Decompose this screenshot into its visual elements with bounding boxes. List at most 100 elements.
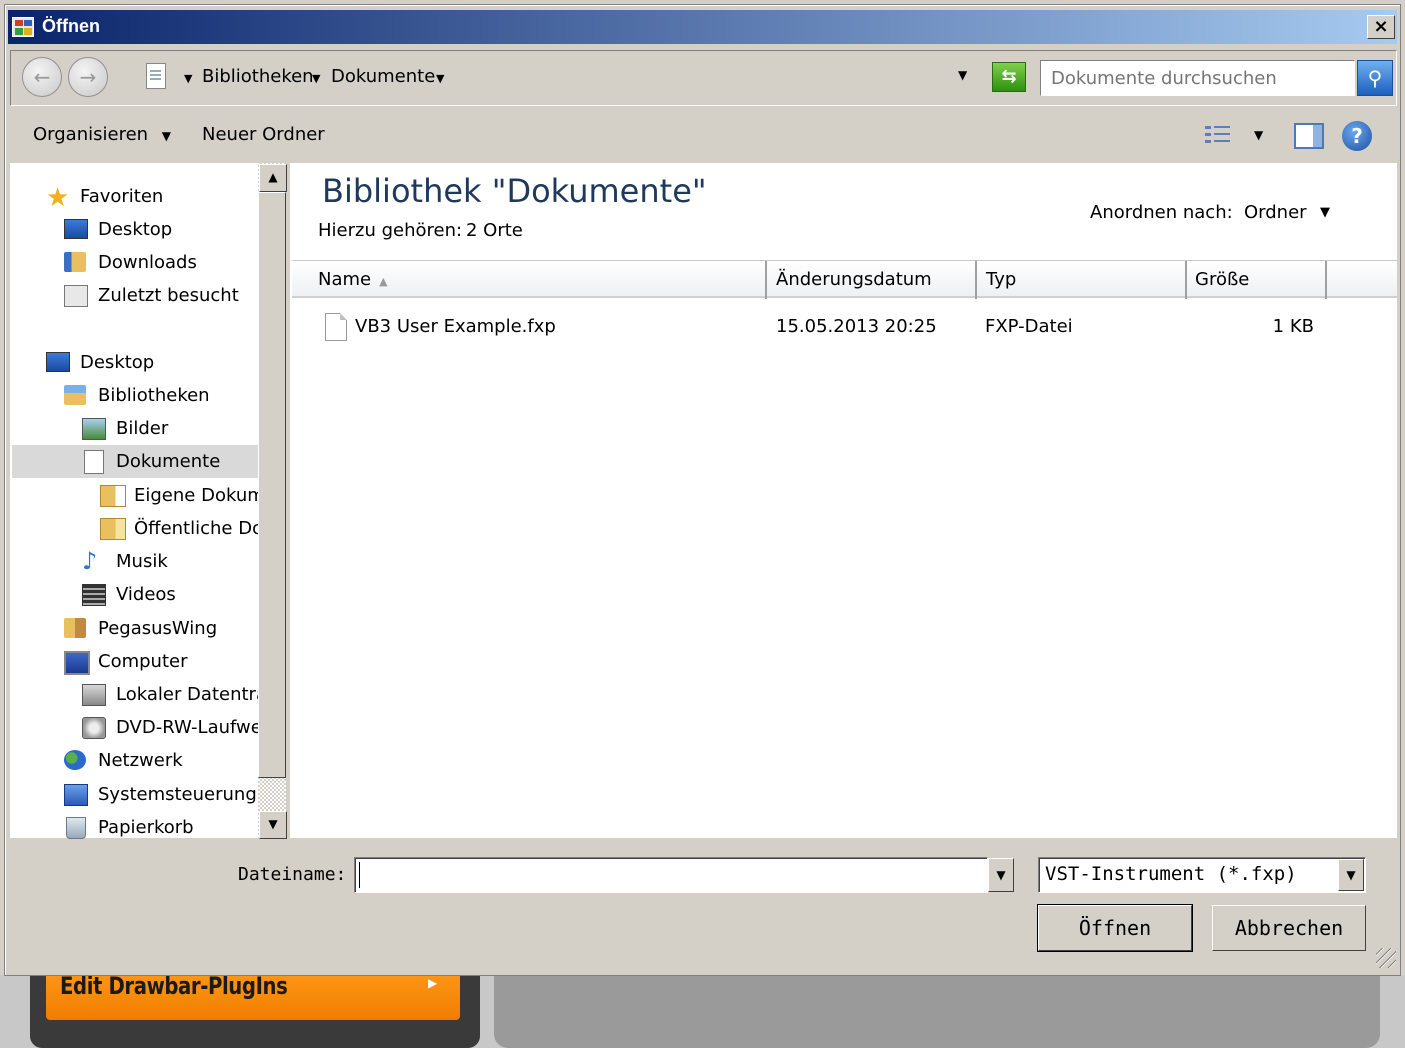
forward-button[interactable]: → xyxy=(68,57,108,97)
organize-label: Organisieren xyxy=(33,124,149,145)
library-locations-link[interactable]: 2 Orte xyxy=(466,220,523,241)
nav-label: Videos xyxy=(116,584,176,605)
scroll-down-button[interactable]: ▼ xyxy=(259,811,287,839)
arrange-by-dropdown-icon[interactable]: ▼ xyxy=(1320,205,1330,220)
play-arrow-icon: ▶ xyxy=(428,976,438,990)
search-button[interactable]: ⚲ xyxy=(1357,60,1393,96)
nav-label: PegasusWing xyxy=(98,618,218,639)
nav-label: Zuletzt besucht xyxy=(98,285,239,306)
close-button[interactable]: × xyxy=(1367,15,1395,39)
text-caret xyxy=(359,862,360,888)
music-icon: ♪ xyxy=(82,547,98,575)
star-icon: ★ xyxy=(46,183,70,213)
column-header-date[interactable]: Änderungsdatum xyxy=(768,261,974,299)
nav-label: DVD-RW-Laufwe xyxy=(116,717,262,738)
search-input[interactable] xyxy=(1040,60,1355,96)
refresh-button[interactable]: ⇆ xyxy=(992,62,1026,92)
file-type-dropdown-button[interactable]: ▼ xyxy=(1338,859,1364,891)
nav-label: Papierkorb xyxy=(98,817,194,838)
filename-dropdown-button[interactable]: ▼ xyxy=(988,858,1014,892)
window-title: Öffnen xyxy=(42,16,100,36)
nav-label: Downloads xyxy=(98,252,197,273)
column-header-name[interactable]: Name ▲ xyxy=(310,261,765,299)
computer-icon xyxy=(64,651,90,675)
network-icon xyxy=(64,750,86,770)
recent-places-icon xyxy=(64,285,88,307)
chevron-down-icon: ▼ xyxy=(161,129,172,143)
breadcrumb-chevron[interactable]: ▼ xyxy=(436,66,444,87)
nav-scrollbar-thumb[interactable] xyxy=(258,192,286,778)
chevron-down-icon: ▼ xyxy=(996,868,1006,882)
library-includes-label: Hierzu gehören: xyxy=(318,220,463,241)
breadcrumb-dokumente[interactable]: Dokumente xyxy=(331,66,435,87)
preview-pane-icon[interactable] xyxy=(1294,123,1324,149)
desktop-icon xyxy=(64,219,88,239)
user-folder-icon xyxy=(64,618,86,638)
file-modified: 15.05.2013 20:25 xyxy=(776,316,937,337)
recycle-bin-icon xyxy=(66,817,86,839)
column-header: Name ▲ Änderungsdatum Typ Größe xyxy=(292,260,1397,299)
documents-icon xyxy=(84,450,104,474)
nav-label: Favoriten xyxy=(80,186,164,207)
title-bar[interactable] xyxy=(8,10,1397,44)
library-title: Bibliothek "Dokumente" xyxy=(322,172,707,210)
folder-icon xyxy=(100,518,126,540)
column-separator[interactable] xyxy=(765,261,767,299)
file-type: FXP-Datei xyxy=(985,316,1073,337)
downloads-folder-icon xyxy=(64,252,86,272)
videos-icon xyxy=(82,584,106,606)
arrange-by-value[interactable]: Ordner xyxy=(1244,202,1307,223)
file-icon xyxy=(325,313,347,341)
scroll-up-arrow-icon: ▲ xyxy=(268,170,278,184)
breadcrumb-root-chevron[interactable]: ▼ xyxy=(184,66,192,87)
nav-label: Desktop xyxy=(80,352,155,373)
scroll-down-arrow-icon: ▼ xyxy=(268,817,278,831)
view-options-dropdown[interactable]: ▼ xyxy=(1254,128,1263,142)
nav-label: Lokaler Datenträ xyxy=(116,684,267,705)
libraries-icon xyxy=(64,385,86,405)
column-name-label: Name xyxy=(318,269,372,290)
nav-label: Musik xyxy=(116,551,168,572)
organize-menu[interactable]: Organisieren ▼ xyxy=(33,124,171,145)
breadcrumb-bibliotheken[interactable]: Bibliotheken xyxy=(202,66,314,87)
back-button[interactable]: ← xyxy=(22,57,62,97)
scroll-up-button[interactable]: ▲ xyxy=(259,164,287,192)
dvd-drive-icon xyxy=(82,717,106,739)
refresh-icon: ⇆ xyxy=(1001,66,1017,87)
back-arrow-icon: ← xyxy=(33,65,51,89)
column-separator[interactable] xyxy=(1325,261,1327,299)
control-panel-icon xyxy=(64,784,88,806)
breadcrumb-chevron[interactable]: ▼ xyxy=(312,66,320,87)
new-folder-button[interactable]: Neuer Ordner xyxy=(202,124,325,145)
sort-ascending-icon: ▲ xyxy=(379,275,388,288)
nav-label: Desktop xyxy=(98,219,173,240)
filename-label: Dateiname: xyxy=(238,864,347,885)
open-button[interactable]: Öffnen xyxy=(1037,904,1193,952)
forward-arrow-icon: → xyxy=(79,65,97,89)
nav-label: Bibliotheken xyxy=(98,385,210,406)
nav-label: Netzwerk xyxy=(98,750,183,771)
search-icon: ⚲ xyxy=(1367,66,1383,90)
help-icon[interactable]: ? xyxy=(1342,121,1372,151)
nav-label: Dokumente xyxy=(116,451,221,472)
view-options-icon[interactable] xyxy=(1205,124,1231,146)
file-size: 1 KB xyxy=(1272,316,1314,337)
file-type-filter-select[interactable]: VST-Instrument (*.fxp) xyxy=(1038,857,1366,893)
arrange-by-label: Anordnen nach: xyxy=(1090,202,1233,223)
documents-library-icon xyxy=(146,63,166,89)
column-header-size[interactable]: Größe xyxy=(1187,261,1325,299)
file-name[interactable]: VB3 User Example.fxp xyxy=(355,316,556,337)
edit-drawbar-plugins-label: Edit Drawbar-PlugIns xyxy=(60,972,288,1000)
chevron-down-icon: ▼ xyxy=(1346,868,1356,882)
nav-label: Eigene Dokume xyxy=(134,485,276,506)
column-separator[interactable] xyxy=(975,261,977,299)
app-window-icon xyxy=(12,17,34,37)
address-history-dropdown[interactable]: ▼ xyxy=(958,68,967,82)
nav-label: Bilder xyxy=(116,418,169,439)
filename-input[interactable] xyxy=(354,857,988,893)
column-header-type[interactable]: Typ xyxy=(978,261,1184,299)
cancel-button[interactable]: Abbrechen xyxy=(1212,905,1366,951)
desktop-icon xyxy=(46,352,70,372)
pictures-icon xyxy=(82,418,106,440)
resize-grip[interactable] xyxy=(1376,948,1396,968)
